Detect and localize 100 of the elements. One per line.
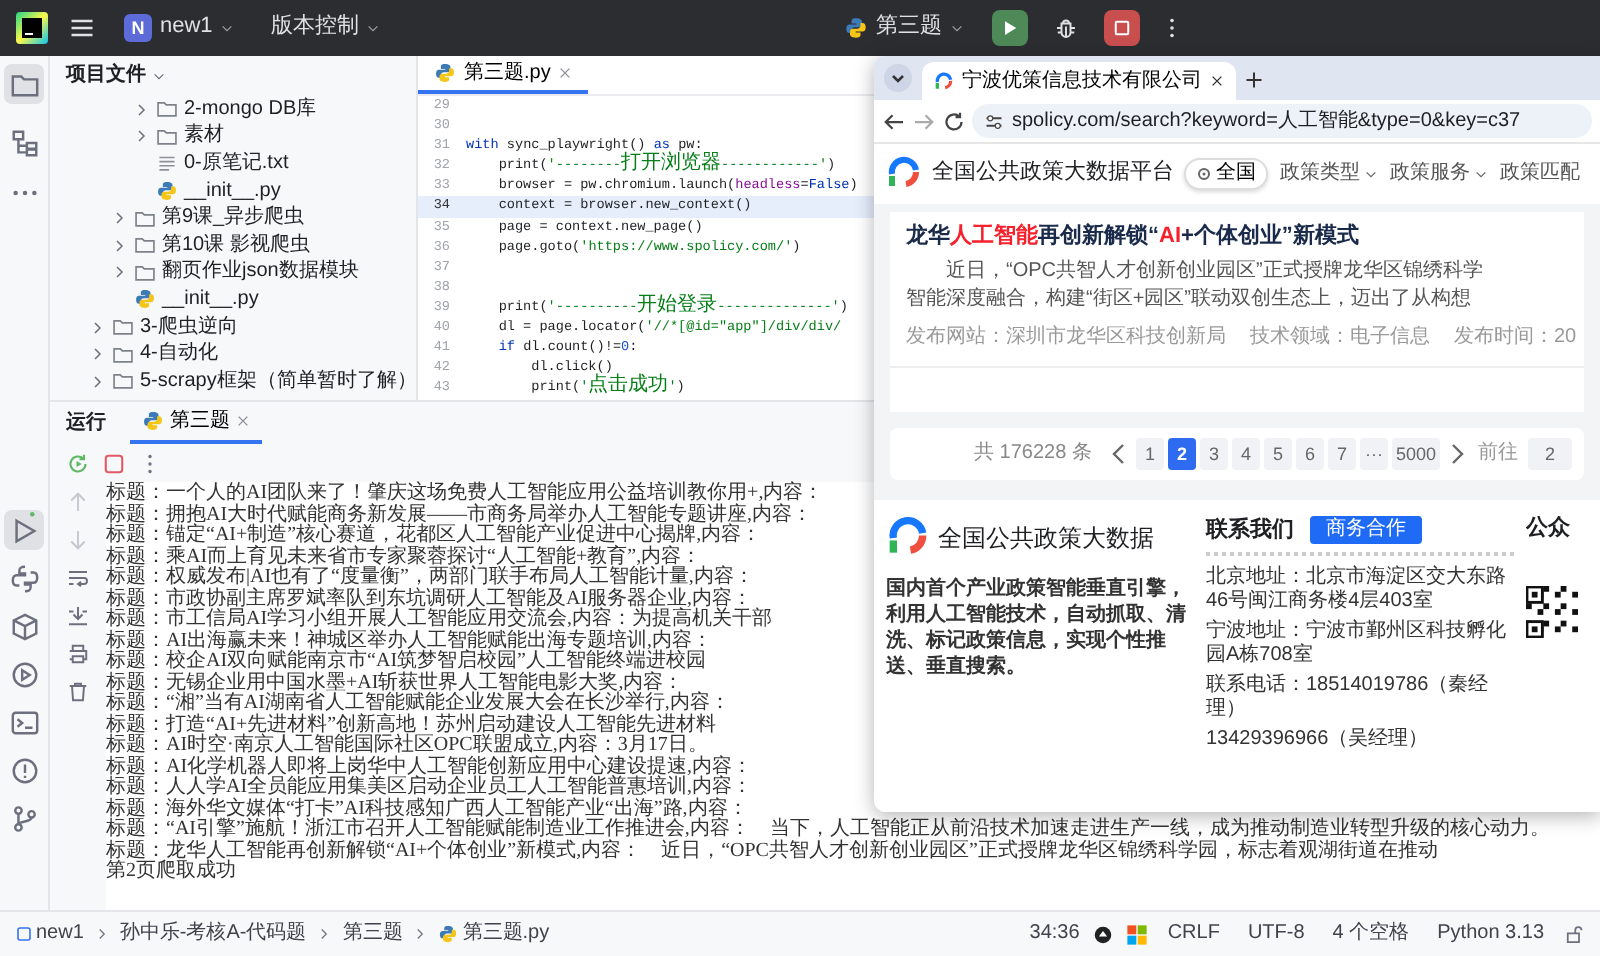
wrap-icon[interactable] [66, 566, 90, 590]
stop-button[interactable] [1104, 10, 1140, 46]
menu-icon[interactable] [68, 14, 96, 42]
caret-icon [220, 21, 235, 35]
nav-menu[interactable]: 政策匹配 [1500, 162, 1580, 186]
output-line: 标题：乘AI而上育见未来省市专家聚蓉探讨“人工智能+教育”,内容： [106, 547, 702, 567]
reload-icon[interactable] [942, 109, 966, 133]
result-title[interactable]: 龙华人工智能再创新解锁“AI+个体创业”新模式 [906, 224, 1568, 251]
page-button[interactable]: 3 [1199, 438, 1228, 471]
tree-item[interactable]: 4-自动化 [50, 340, 416, 368]
address-bar[interactable]: spolicy.com/search?keyword=人工智能&type=0&key=c37 [972, 104, 1592, 138]
folder-icon [134, 261, 156, 284]
business-button[interactable]: 商务合作 [1310, 516, 1422, 545]
breadcrumb[interactable]: 第三题 [342, 922, 403, 946]
breadcrumb[interactable]: 第三题.py [438, 922, 550, 946]
contact-info: 北京地址：北京市海淀区交大东路46号闽江商务楼4层403室 [1206, 566, 1508, 615]
footer-brand: 全国公共政策大数据 [938, 523, 1154, 553]
cursor-position[interactable]: 34:36 [1029, 922, 1080, 946]
output-line: 标题：权威发布|AI也有了“度量衡”，两部门联手布局人工智能计量,内容： [106, 568, 754, 588]
page-button[interactable]: ··· [1359, 438, 1388, 471]
output-line: 第2页爬取成功 [106, 862, 236, 883]
interpreter[interactable]: Python 3.13 [1437, 922, 1544, 946]
trash-icon[interactable] [66, 680, 90, 704]
tree-item[interactable]: 翻页作业json数据模块 [50, 259, 416, 287]
browser-tab[interactable]: 宁波优策信息技术有限公司 [922, 62, 1236, 100]
contact-info: 13429396966（吴经理） [1206, 728, 1431, 753]
encoding[interactable]: UTF-8 [1247, 922, 1305, 946]
output-line: 标题：AI化学机器人即将上岗华中人工智能创新应用中心建设提速,内容： [106, 757, 753, 777]
tree-item[interactable]: 素材 [50, 123, 416, 151]
run-icon[interactable] [9, 515, 39, 545]
page-button[interactable]: 5000 [1391, 438, 1440, 471]
python-icon[interactable] [9, 563, 39, 593]
branch-icon[interactable] [9, 803, 39, 833]
nav-menu[interactable]: 政策服务 [1390, 162, 1488, 186]
site-logo-icon [934, 71, 954, 91]
tree-item[interactable]: 0-原笔记.txt [50, 150, 416, 178]
output-line: 标题：打造“AI+先进材料”创新高地！苏州启动建设人工智能先进材料 [106, 715, 717, 735]
scroll-end-icon[interactable] [66, 604, 90, 628]
play-circle-icon[interactable] [9, 659, 39, 689]
tree-item[interactable]: __init__.py [50, 177, 416, 205]
terminal-icon[interactable] [9, 707, 39, 737]
site-title: 全国公共政策大数据平台 [932, 160, 1174, 188]
panel-title: 运行 [66, 411, 106, 435]
breadcrumb[interactable]: new1 [16, 922, 84, 946]
printer-icon[interactable] [66, 642, 90, 666]
tree-item[interactable]: 3-爬虫逆向 [50, 313, 416, 341]
stop-icon [1112, 18, 1132, 38]
back-icon[interactable] [882, 109, 906, 133]
folder-icon[interactable] [9, 69, 39, 99]
four-squares-icon[interactable] [1125, 923, 1148, 945]
caret-icon [1474, 167, 1488, 181]
goto-label: 前往 [1478, 442, 1518, 467]
qr-code[interactable] [1526, 586, 1578, 639]
output-line: 标题：拥抱AI大时代赋能商务新发展——市商务局举办人工智能专题讲座,内容： [106, 505, 813, 525]
page-button[interactable]: 2 [1167, 438, 1196, 471]
output-line: 标题：海外华文媒体“打卡”AI科技感知广西人工智能产业“出海”路,内容： [106, 799, 748, 819]
site-logo-icon[interactable] [886, 156, 922, 192]
tree-item[interactable]: 第10课 影视爬虫 [50, 231, 416, 260]
output-line: 标题：龙华人工智能再创新解锁“AI+个体创业”新模式,内容： 近日，“OPC共智人才创新创业园区”正式授牌龙华区锦绣科学园，标志着观湖街道在推动 [106, 841, 1438, 861]
page-button[interactable]: 6 [1295, 438, 1324, 471]
close-icon[interactable] [1210, 74, 1224, 88]
breadcrumb[interactable]: 孙中乐-考核A-代码题 [119, 922, 307, 946]
nav-menu[interactable]: 政策类型 [1280, 162, 1378, 186]
tree-item[interactable]: __init__.py [50, 286, 416, 314]
lock-icon[interactable] [1564, 924, 1584, 944]
output-line: 标题：AI时空·南京人工智能国际社区OPC联盟成立,内容：3月17日。 [106, 736, 708, 756]
caret-icon [152, 69, 166, 83]
output-line: 标题：“AI引擎”施航！浙江市召开人工智能赋能制造业工作推进会,内容： 当下，人工智能正从前沿技术加速走进生产一线，成为推动制造业转型升级的核心动力。 [106, 820, 1550, 840]
line-ending[interactable]: CRLF [1167, 922, 1220, 946]
page-button[interactable]: 4 [1231, 438, 1260, 471]
vcs-menu[interactable]: 版本控制 [262, 10, 389, 46]
contact-title: 联系我们 [1206, 517, 1294, 544]
output-line: 标题：锚定“AI+制造”核心赛道，花都区人工智能产业促进中心揭牌,内容： [106, 526, 762, 546]
tab-search-icon[interactable] [882, 62, 914, 94]
run-button[interactable] [992, 10, 1028, 46]
project-selector[interactable]: N new1 [116, 10, 243, 46]
folder-icon [156, 125, 178, 148]
page-button[interactable]: 1 [1135, 438, 1164, 471]
package-icon[interactable] [9, 611, 39, 641]
structure-icon[interactable] [9, 127, 39, 157]
indent-setting[interactable]: 4 个空格 [1332, 922, 1410, 946]
new-tab-icon[interactable] [1244, 70, 1264, 90]
app-logo-icon[interactable] [16, 12, 48, 44]
python-icon [142, 410, 164, 432]
region-selector[interactable]: 全国 [1184, 158, 1268, 190]
page-input[interactable]: 2 [1528, 438, 1572, 471]
tree-item[interactable]: 5-scrapy框架（简单暂时了解） [50, 367, 416, 396]
editor-tab[interactable]: 第三题.py [418, 56, 589, 94]
python-icon [844, 16, 868, 40]
run-config-selector[interactable]: 第三题 [836, 10, 972, 46]
tree-item[interactable]: 第9课_异步爬虫 [50, 204, 416, 232]
stop-icon[interactable] [102, 451, 126, 475]
tree-item[interactable]: 2-mongo DB库 [50, 96, 416, 124]
page-button[interactable]: 7 [1327, 438, 1356, 471]
folder-icon [112, 316, 134, 339]
warning-icon[interactable] [9, 755, 39, 785]
wechat-title: 公众 [1526, 516, 1572, 543]
result-meta: 发布时间：20 [1454, 326, 1577, 351]
output-line: 标题：AI出海赢未来！神城区举办人工智能赋能出海专题培训,内容： [106, 631, 713, 651]
page-button[interactable]: 5 [1263, 438, 1292, 471]
